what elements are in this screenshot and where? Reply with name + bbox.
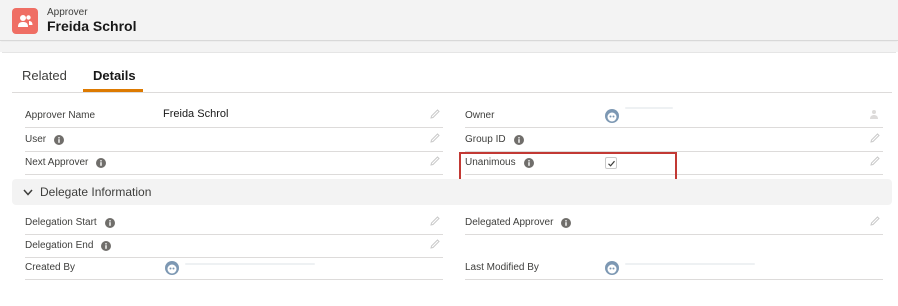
header-gap (0, 42, 898, 52)
field-delegation-end: Delegation End (25, 235, 443, 258)
record-header: Approver Freida Schrol (0, 0, 898, 41)
edit-pencil-icon[interactable] (869, 155, 881, 167)
edit-pencil-icon[interactable] (869, 215, 881, 227)
field-user: User (25, 129, 443, 152)
info-icon[interactable] (513, 134, 524, 145)
avatar-icon[interactable] (605, 261, 619, 275)
info-icon[interactable] (96, 157, 107, 168)
section-title: Delegate Information (40, 185, 152, 199)
details-card: Related Details Approver Name Freida Sch… (2, 52, 896, 306)
edit-pencil-icon[interactable] (429, 132, 441, 144)
tabs-divider (12, 92, 892, 93)
approver-name-value: Freida Schrol (163, 108, 229, 120)
field-owner: Owner (465, 105, 883, 128)
edit-pencil-icon[interactable] (429, 238, 441, 250)
field-approver-name: Approver Name Freida Schrol (25, 105, 443, 128)
tab-related[interactable]: Related (22, 68, 67, 83)
edit-pencil-icon[interactable] (429, 108, 441, 120)
field-delegation-start: Delegation Start (25, 212, 443, 235)
edit-pencil-icon[interactable] (429, 215, 441, 227)
info-icon[interactable] (101, 240, 112, 251)
field-next-approver: Next Approver (25, 152, 443, 175)
section-delegate-information[interactable]: Delegate Information (12, 179, 892, 205)
field-label: Last Modified By (465, 262, 539, 273)
field-label: Created By (25, 262, 76, 273)
blurred-owner-name (625, 107, 673, 109)
field-label: User (25, 134, 65, 145)
field-delegated-approver: Delegated Approver (465, 212, 883, 235)
field-label: Next Approver (25, 157, 107, 168)
avatar-icon[interactable] (165, 261, 179, 275)
record-title: Freida Schrol (47, 18, 137, 34)
user-group-icon (12, 8, 38, 34)
field-group-id: Group ID (465, 129, 883, 152)
edit-pencil-icon[interactable] (869, 132, 881, 144)
blurred-created-by (185, 263, 315, 265)
field-label: Delegation Start (25, 217, 115, 228)
field-label: Approver Name (25, 110, 96, 121)
info-icon[interactable] (561, 217, 572, 228)
change-owner-icon[interactable] (869, 108, 881, 120)
field-label: Owner (465, 110, 495, 121)
field-label: Delegation End (25, 240, 112, 251)
info-icon[interactable] (54, 134, 65, 145)
object-type-label: Approver (47, 7, 88, 18)
field-created-by: Created By (25, 257, 443, 280)
field-last-modified-by: Last Modified By (465, 257, 883, 280)
chevron-down-icon (23, 189, 33, 196)
avatar-icon[interactable] (605, 109, 619, 123)
tab-details[interactable]: Details (93, 68, 136, 83)
unanimous-highlight-box (459, 152, 677, 181)
blurred-last-modified-by (625, 263, 755, 265)
field-label: Delegated Approver (465, 217, 572, 228)
edit-pencil-icon[interactable] (429, 155, 441, 167)
info-icon[interactable] (104, 217, 115, 228)
field-label: Group ID (465, 134, 524, 145)
